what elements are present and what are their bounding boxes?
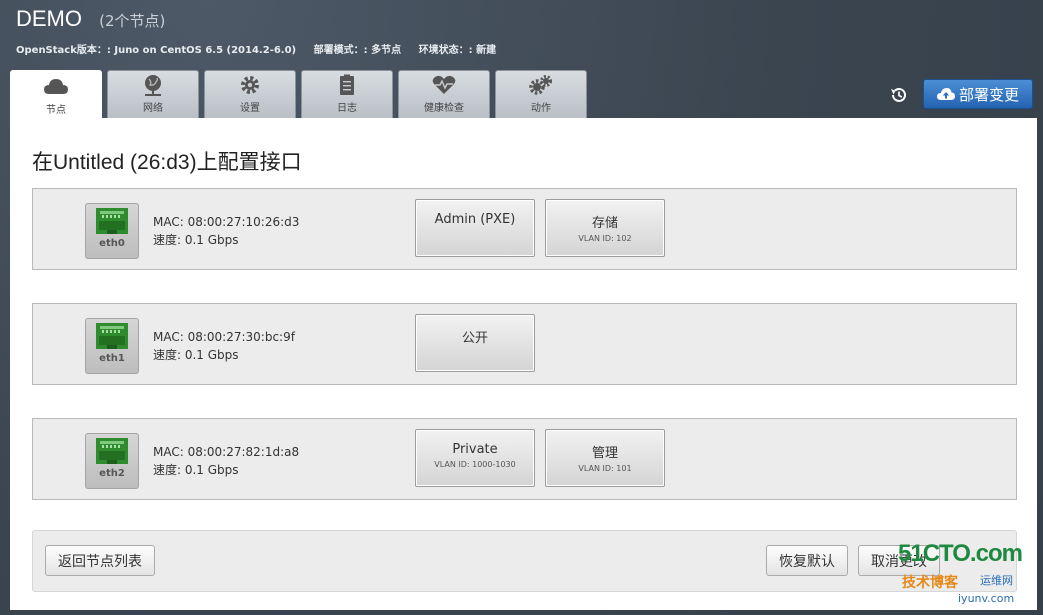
interface-row: eth1 MAC: 08:00:27:30:bc:9f 速度: 0.1 Gbps… <box>32 303 1017 385</box>
interface-name: eth2 <box>99 468 125 479</box>
network-name: Admin (PXE) <box>434 212 516 227</box>
openstack-release: OpenStack版本：: Juno on CentOS 6.5 (2014.2… <box>16 45 297 56</box>
ethernet-port-icon <box>96 208 128 234</box>
network-public[interactable]: 公开 <box>415 314 535 372</box>
watermark-domain: iyunv.com <box>958 592 1015 605</box>
vlan-id: VLAN ID: 101 <box>578 464 632 473</box>
load-defaults-button[interactable]: 恢复默认 <box>766 545 848 576</box>
environment-tabs: 节点 网络 设置 日志 健康检查 动作 <box>10 70 592 120</box>
tab-label: 动作 <box>531 103 551 114</box>
interface-name: eth0 <box>99 238 125 249</box>
network-admin-pxe[interactable]: Admin (PXE) <box>415 199 535 257</box>
nic-badge: eth1 <box>85 318 139 374</box>
ethernet-port-icon <box>96 438 128 464</box>
deployment-mode: 部署模式：: 多节点 <box>313 45 402 56</box>
network-name: 存储 <box>591 216 618 231</box>
nic-badge: eth0 <box>85 203 139 259</box>
interface-info: MAC: 08:00:27:82:1d:a8 速度: 0.1 Gbps <box>153 443 299 479</box>
link-speed: 速度: 0.1 Gbps <box>153 233 239 247</box>
interface-info: MAC: 08:00:27:10:26:d3 速度: 0.1 Gbps <box>153 213 299 249</box>
watermark: 51CTO.com 技术博客 运维网 iyunv.com <box>898 540 1038 610</box>
mac-address: MAC: 08:00:27:30:bc:9f <box>153 330 295 344</box>
history-button[interactable] <box>889 85 911 105</box>
link-speed: 速度: 0.1 Gbps <box>153 348 239 362</box>
ethernet-port-icon <box>96 323 128 349</box>
heart-pulse-icon <box>432 75 456 94</box>
footer-actions: 返回节点列表 恢复默认 取消更改 <box>32 530 1017 592</box>
tab-networks[interactable]: 网络 <box>107 70 199 118</box>
clipboard-icon <box>340 74 354 95</box>
mac-address: MAC: 08:00:27:10:26:d3 <box>153 215 300 229</box>
tab-label: 日志 <box>337 103 357 114</box>
deploy-label: 部署变更 <box>958 85 1019 104</box>
vlan-id: VLAN ID: 102 <box>578 234 632 243</box>
globe-network-icon <box>145 75 161 96</box>
watermark-ops: 运维网 <box>980 574 1013 587</box>
main-panel: 在Untitled (26:d3)上配置接口 eth0 MAC: 08:00:2… <box>10 118 1037 610</box>
tab-nodes[interactable]: 节点 <box>10 70 102 120</box>
network-private[interactable]: Private VLAN ID: 1000-1030 <box>415 429 535 487</box>
environment-name: DEMO <box>16 6 82 31</box>
back-to-node-list-button[interactable]: 返回节点列表 <box>45 545 155 576</box>
environment-header: DEMO (2个节点) <box>16 6 165 32</box>
tab-label: 设置 <box>240 103 260 114</box>
cloud-upload-icon <box>936 88 955 100</box>
network-name: 管理 <box>591 446 618 461</box>
network-name: Private <box>452 442 498 457</box>
page-title: 在Untitled (26:d3)上配置接口 <box>32 151 302 174</box>
tab-logs[interactable]: 日志 <box>301 70 393 118</box>
deploy-changes-button[interactable]: 部署变更 <box>923 79 1033 109</box>
tab-label: 健康检查 <box>424 103 464 114</box>
vlan-id: VLAN ID: 1000-1030 <box>434 460 516 469</box>
tab-health-check[interactable]: 健康检查 <box>398 70 490 118</box>
watermark-site: 51CTO.com <box>898 540 1023 567</box>
nic-badge: eth2 <box>85 433 139 489</box>
node-count: (2个节点) <box>99 12 166 30</box>
gears-icon <box>529 75 552 95</box>
tab-settings[interactable]: 设置 <box>204 70 296 118</box>
history-icon <box>891 87 906 102</box>
cloud-icon <box>44 79 68 94</box>
environment-meta: OpenStack版本：: Juno on CentOS 6.5 (2014.2… <box>16 41 510 56</box>
interface-info: MAC: 08:00:27:30:bc:9f 速度: 0.1 Gbps <box>153 328 295 364</box>
link-speed: 速度: 0.1 Gbps <box>153 463 239 477</box>
gear-icon <box>241 76 259 94</box>
interface-row: eth2 MAC: 08:00:27:82:1d:a8 速度: 0.1 Gbps… <box>32 418 1017 500</box>
network-name: 公开 <box>461 331 488 346</box>
tab-label: 节点 <box>46 105 66 116</box>
environment-status: 环境状态：: 新建 <box>418 45 497 56</box>
network-management[interactable]: 管理 VLAN ID: 101 <box>545 429 665 487</box>
interface-name: eth1 <box>99 353 125 364</box>
tab-label: 网络 <box>143 103 163 114</box>
interface-row: eth0 MAC: 08:00:27:10:26:d3 速度: 0.1 Gbps… <box>32 188 1017 270</box>
watermark-blog: 技术博客 <box>902 575 958 591</box>
network-storage[interactable]: 存储 VLAN ID: 102 <box>545 199 665 257</box>
mac-address: MAC: 08:00:27:82:1d:a8 <box>153 445 300 459</box>
tab-actions[interactable]: 动作 <box>495 70 587 118</box>
